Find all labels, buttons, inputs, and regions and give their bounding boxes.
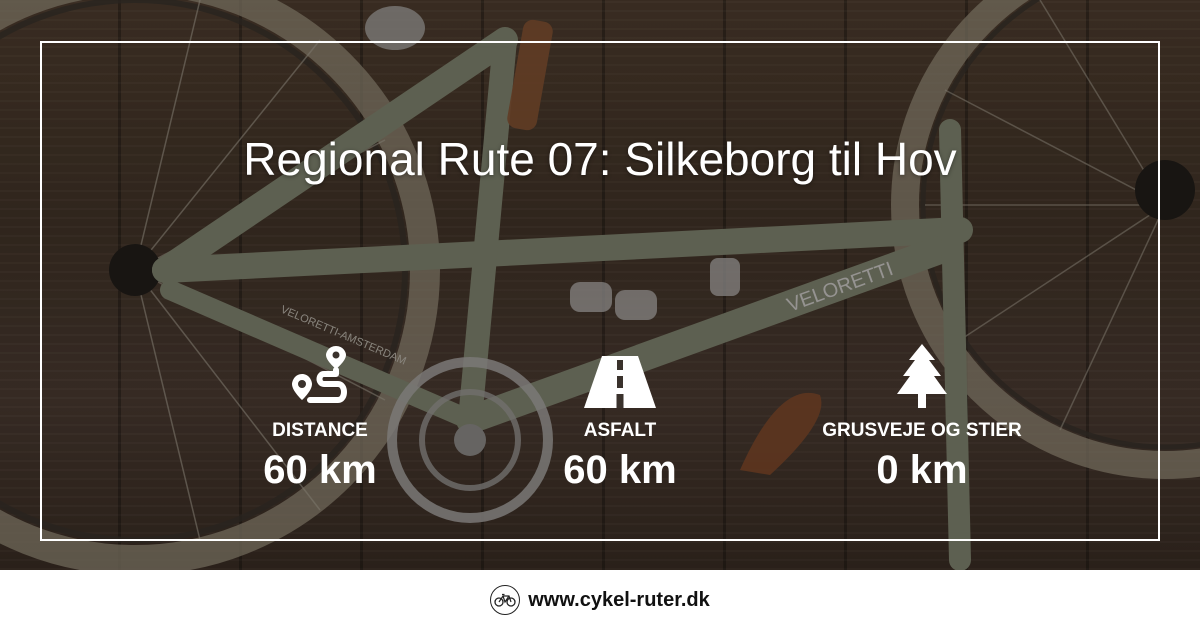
route-icon [170,340,470,408]
stat-label: DISTANCE [272,420,368,441]
road-icon [470,340,770,408]
stat-value: 60 km [263,448,377,492]
bicycle-icon [490,585,521,615]
tree-icon [772,340,1072,408]
stat-distance: DISTANCE 60 km [170,340,470,493]
stat-asfalt: ASFALT 60 km [470,340,770,493]
route-title: Regional Rute 07: Silkeborg til Hov [243,133,957,185]
stat-grusveje: GRUSVEJE OG STIER 0 km [772,340,1072,493]
stat-label: ASFALT [583,420,657,441]
footer-bar: www.cykel-ruter.dk [0,570,1200,630]
site-link[interactable]: www.cykel-ruter.dk [528,589,710,612]
stat-label: GRUSVEJE OG STIER [822,420,1022,441]
stat-value: 60 km [563,448,677,492]
stat-value: 0 km [876,448,968,492]
